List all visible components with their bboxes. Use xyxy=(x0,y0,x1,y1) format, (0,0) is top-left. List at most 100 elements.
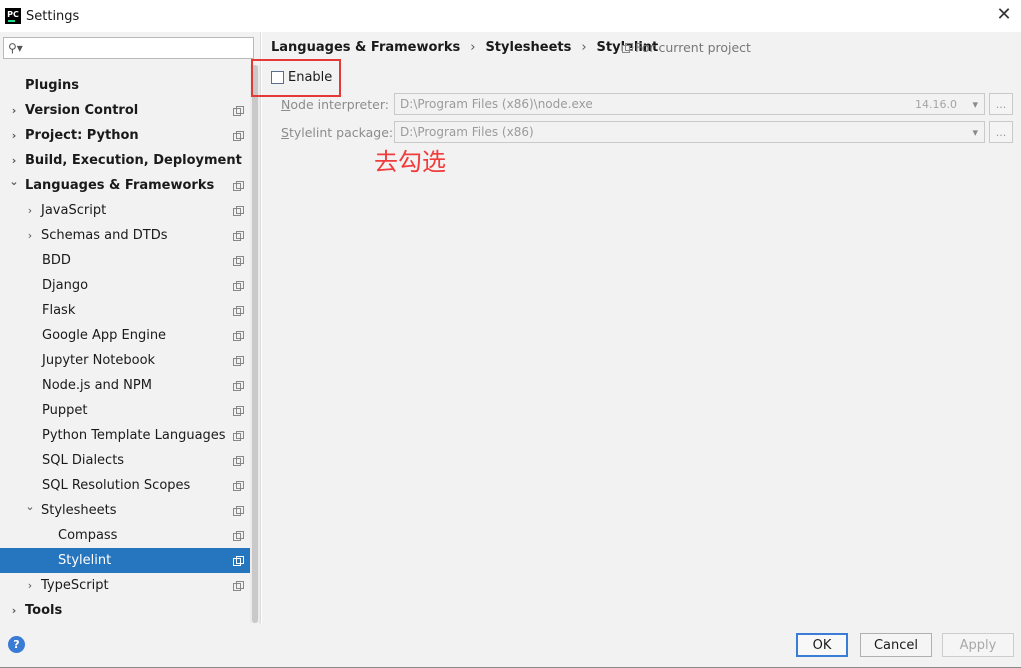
chevron-right-icon[interactable]: › xyxy=(8,598,20,623)
scope-label: For current project xyxy=(635,40,751,55)
sidebar-item-label: Stylelint xyxy=(58,553,112,568)
sidebar-item[interactable]: › Version Control xyxy=(0,98,260,123)
sidebar-item-label: Languages & Frameworks xyxy=(25,178,215,193)
sidebar-item[interactable]: SQL Dialects xyxy=(0,448,260,473)
sidebar-item[interactable]: Puppet xyxy=(0,398,260,423)
sidebar-item[interactable]: › Schemas and DTDs xyxy=(0,223,260,248)
cancel-button[interactable]: Cancel xyxy=(860,633,932,657)
sidebar-item-label: Node.js and NPM xyxy=(42,378,152,393)
node-interpreter-select[interactable]: D:\Program Files (x86)\node.exe 14.16.0 … xyxy=(394,93,985,115)
project-scope-icon xyxy=(233,181,244,191)
sidebar-item[interactable]: SQL Resolution Scopes xyxy=(0,473,260,498)
sidebar-item-label: Tools xyxy=(25,603,63,618)
title-bar: PC Settings ✕ xyxy=(0,0,1021,32)
stylelint-package-label: Stylelint package: xyxy=(281,124,394,140)
settings-tree: Plugins › Version Control › Project: Python ›… xyxy=(0,73,260,623)
chevron-right-icon[interactable]: › xyxy=(8,98,20,123)
sidebar-item[interactable]: Compass xyxy=(0,523,260,548)
browse-node-button[interactable]: ... xyxy=(989,93,1013,115)
sidebar-item-label: SQL Resolution Scopes xyxy=(42,478,191,493)
sidebar-item[interactable]: BDD xyxy=(0,248,260,273)
ok-button[interactable]: OK xyxy=(796,633,848,657)
sidebar-item-label: SQL Dialects xyxy=(42,453,125,468)
chevron-down-icon[interactable]: ⌄ xyxy=(24,494,36,519)
project-scope-icon xyxy=(233,381,244,391)
project-scope-icon xyxy=(233,231,244,241)
search-icon[interactable]: ⚲▾ xyxy=(8,41,23,55)
sidebar-scrollbar[interactable] xyxy=(250,65,260,623)
project-scope-icon xyxy=(233,256,244,266)
sidebar-item[interactable]: › Build, Execution, Deployment xyxy=(0,148,260,173)
sidebar-item-label: Google App Engine xyxy=(42,328,167,343)
chevron-down-icon[interactable]: ▾ xyxy=(972,126,978,139)
chevron-down-icon[interactable]: ⌄ xyxy=(8,169,20,194)
breadcrumb-item[interactable]: Languages & Frameworks xyxy=(271,40,460,55)
sidebar-item[interactable]: Flask xyxy=(0,298,260,323)
sidebar-item[interactable]: Python Template Languages xyxy=(0,423,260,448)
sidebar-item-label: TypeScript xyxy=(41,578,109,593)
enable-checkbox[interactable] xyxy=(271,71,284,84)
chevron-right-icon[interactable]: › xyxy=(24,573,36,598)
enable-checkbox-row[interactable]: Enable xyxy=(271,70,332,85)
apply-button[interactable]: Apply xyxy=(942,633,1014,657)
search-input[interactable] xyxy=(26,39,253,57)
sidebar-item-label: Build, Execution, Deployment xyxy=(25,153,242,168)
sidebar-item-label: Stylesheets xyxy=(41,503,117,518)
sidebar-item-label: Puppet xyxy=(42,403,88,418)
close-icon[interactable]: ✕ xyxy=(995,5,1013,25)
sidebar-item[interactable]: Django xyxy=(0,273,260,298)
chevron-right-icon[interactable]: › xyxy=(24,223,36,248)
project-scope-icon xyxy=(233,506,244,516)
sidebar-item-label: Jupyter Notebook xyxy=(42,353,156,368)
pycharm-logo-icon: PC xyxy=(5,8,21,24)
sidebar-item-label: JavaScript xyxy=(41,203,107,218)
sidebar-item[interactable]: Plugins xyxy=(0,73,260,98)
search-field[interactable]: ⚲▾ xyxy=(3,37,254,59)
sidebar-item[interactable]: ⌄ Stylesheets xyxy=(0,498,260,523)
node-interpreter-row: Node interpreter: D:\Program Files (x86)… xyxy=(281,93,1013,115)
scope-indicator: For current project xyxy=(622,40,751,55)
enable-label[interactable]: Enable xyxy=(288,70,332,85)
settings-sidebar: ⚲▾ Plugins › Version Control › Project: Pyth… xyxy=(0,32,261,624)
annotation-text: 去勾选 xyxy=(374,148,446,176)
sidebar-item-label: BDD xyxy=(42,253,71,268)
sidebar-item-label: Schemas and DTDs xyxy=(41,228,168,243)
sidebar-item[interactable]: Stylelint xyxy=(0,548,260,573)
chevron-right-icon[interactable]: › xyxy=(8,123,20,148)
breadcrumb-separator: › xyxy=(470,40,476,55)
project-scope-icon xyxy=(233,206,244,216)
sidebar-item-label: Compass xyxy=(58,528,118,543)
project-scope-icon xyxy=(233,581,244,591)
sidebar-item[interactable]: › JavaScript xyxy=(0,198,260,223)
chevron-down-icon[interactable]: ▾ xyxy=(972,98,978,111)
stylelint-package-select[interactable]: D:\Program Files (x86) ▾ xyxy=(394,121,985,143)
project-scope-icon xyxy=(233,106,244,116)
scrollbar-thumb[interactable] xyxy=(252,65,258,623)
project-scope-icon xyxy=(233,281,244,291)
project-scope-icon xyxy=(233,331,244,341)
sidebar-item-label: Python Template Languages xyxy=(42,428,226,443)
help-icon[interactable]: ? xyxy=(8,636,25,653)
chevron-right-icon[interactable]: › xyxy=(24,198,36,223)
project-scope-icon xyxy=(233,431,244,441)
sidebar-item[interactable]: Node.js and NPM xyxy=(0,373,260,398)
stylelint-package-value: D:\Program Files (x86) xyxy=(400,125,534,139)
project-scope-icon xyxy=(233,456,244,466)
sidebar-item[interactable]: › Project: Python xyxy=(0,123,260,148)
sidebar-item[interactable]: ⌄ Languages & Frameworks xyxy=(0,173,260,198)
sidebar-item[interactable]: › Tools xyxy=(0,598,260,623)
node-interpreter-value: D:\Program Files (x86)\node.exe xyxy=(400,97,593,111)
sidebar-item[interactable]: Jupyter Notebook xyxy=(0,348,260,373)
sidebar-item[interactable]: Google App Engine xyxy=(0,323,260,348)
browse-package-button[interactable]: ... xyxy=(989,121,1013,143)
breadcrumb-item[interactable]: Stylesheets xyxy=(485,40,571,55)
node-version-label: 14.16.0 xyxy=(915,97,957,111)
stylelint-package-row: Stylelint package: D:\Program Files (x86… xyxy=(281,121,1013,143)
node-interpreter-label: Node interpreter: xyxy=(281,96,389,112)
project-scope-icon xyxy=(233,356,244,366)
sidebar-item[interactable]: › TypeScript xyxy=(0,573,260,598)
project-scope-icon xyxy=(233,406,244,416)
project-scope-icon xyxy=(233,481,244,491)
sidebar-item-label: Flask xyxy=(42,303,76,318)
settings-content: Languages & Frameworks › Stylesheets › S… xyxy=(251,32,1021,624)
